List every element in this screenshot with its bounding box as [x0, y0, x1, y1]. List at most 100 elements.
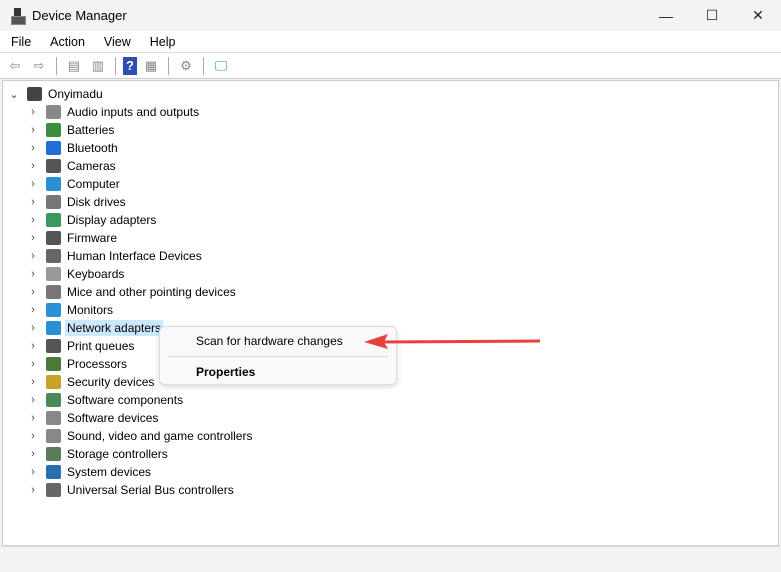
tree-item-label: Mice and other pointing devices: [67, 285, 236, 299]
toolbar-separator: [56, 56, 57, 75]
tree-item[interactable]: › Software components: [27, 391, 185, 409]
menu-view[interactable]: View: [93, 35, 139, 49]
tree-item[interactable]: › Sound, video and game controllers: [27, 427, 254, 445]
tree-item[interactable]: › Firmware: [27, 229, 119, 247]
chevron-right-icon[interactable]: ›: [27, 250, 39, 262]
tree-item[interactable]: › Human Interface Devices: [27, 247, 204, 265]
tree-item-label: Security devices: [67, 375, 155, 389]
device-category-icon: [46, 411, 61, 425]
tree-item[interactable]: › Batteries: [27, 121, 116, 139]
tree-item-label: Firmware: [67, 231, 117, 245]
tree-item[interactable]: › System devices: [27, 463, 153, 481]
tree-item[interactable]: › Display adapters: [27, 211, 158, 229]
properties-item[interactable]: Properties: [196, 365, 255, 379]
forward-icon[interactable]: ⇨: [29, 57, 49, 75]
tree-item[interactable]: › Disk drives: [27, 193, 128, 211]
show-hide-console-tree-icon[interactable]: ▤: [64, 57, 84, 75]
action-pane-icon[interactable]: ▦: [141, 57, 161, 75]
chevron-right-icon[interactable]: ›: [27, 466, 39, 478]
tree-item-label: Storage controllers: [67, 447, 168, 461]
device-category-icon: [46, 465, 61, 479]
menu-action[interactable]: Action: [39, 35, 93, 49]
tree-item[interactable]: › Bluetooth: [27, 139, 120, 157]
chevron-right-icon[interactable]: ›: [27, 142, 39, 154]
scan-hardware-icon[interactable]: 🖵: [211, 57, 231, 75]
tree-item-label: Print queues: [67, 339, 135, 353]
chevron-right-icon[interactable]: ›: [27, 178, 39, 190]
status-bar: [0, 546, 781, 572]
tree-item[interactable]: › Audio inputs and outputs: [27, 103, 201, 121]
device-category-icon: [46, 429, 61, 443]
device-category-icon: [46, 393, 61, 407]
chevron-right-icon[interactable]: ›: [27, 430, 39, 442]
chevron-right-icon[interactable]: ›: [27, 340, 39, 352]
toolbar: ⇦ ⇨ ▤ ▥? ▦ ⚙ 🖵: [0, 53, 781, 79]
tree-item[interactable]: › Mice and other pointing devices: [27, 283, 238, 301]
tree-item[interactable]: › Security devices: [27, 373, 156, 391]
chevron-right-icon[interactable]: ›: [27, 160, 39, 172]
title-bar: Device Manager — ☐ ✕: [0, 0, 781, 31]
chevron-right-icon[interactable]: ›: [27, 304, 39, 316]
update-driver-icon[interactable]: ⚙: [176, 57, 196, 75]
chevron-right-icon[interactable]: ›: [27, 394, 39, 406]
tree-item-label: Computer: [67, 177, 120, 191]
maximize-button[interactable]: ☐: [689, 0, 735, 31]
menu-separator: [168, 356, 388, 357]
chevron-right-icon[interactable]: ›: [27, 376, 39, 388]
chevron-right-icon[interactable]: ›: [27, 106, 39, 118]
chevron-right-icon[interactable]: ›: [27, 214, 39, 226]
annotation-arrow-icon: [364, 334, 541, 349]
device-category-icon: [46, 321, 61, 335]
chevron-right-icon[interactable]: ›: [27, 484, 39, 496]
tree-item[interactable]: › Universal Serial Bus controllers: [27, 481, 236, 499]
minimize-button[interactable]: —: [643, 0, 689, 31]
tree-item-label: System devices: [67, 465, 152, 479]
tree-item-label: Bluetooth: [67, 141, 118, 155]
chevron-right-icon[interactable]: ›: [27, 196, 39, 208]
tree-item-label: Display adapters: [67, 213, 157, 227]
device-manager-icon: [10, 7, 26, 25]
device-category-icon: [46, 339, 61, 353]
device-category-icon: [46, 375, 61, 389]
back-icon[interactable]: ⇦: [5, 57, 25, 75]
chevron-right-icon[interactable]: ›: [27, 358, 39, 370]
menu-help[interactable]: Help: [139, 35, 184, 49]
chevron-right-icon[interactable]: ›: [27, 448, 39, 460]
device-category-icon: [46, 285, 61, 299]
tree-item-label: Human Interface Devices: [67, 249, 202, 263]
tree-item[interactable]: › Storage controllers: [27, 445, 170, 463]
toolbar-separator: [168, 56, 169, 75]
close-button[interactable]: ✕: [735, 0, 781, 31]
chevron-right-icon[interactable]: ›: [27, 232, 39, 244]
properties-icon[interactable]: ▥: [88, 57, 108, 75]
device-category-icon: [46, 177, 61, 191]
chevron-right-icon[interactable]: ›: [27, 286, 39, 298]
tree-item[interactable]: › Computer: [27, 175, 122, 193]
tree-item[interactable]: › Monitors: [27, 301, 115, 319]
chevron-right-icon[interactable]: ›: [27, 322, 39, 334]
tree-item[interactable]: › Print queues: [27, 337, 136, 355]
computer-root-icon: [27, 87, 42, 101]
tree-root[interactable]: ⌄ Onyimadu: [8, 85, 105, 103]
window-title: Device Manager: [32, 8, 127, 23]
chevron-right-icon[interactable]: ›: [27, 412, 39, 424]
tree-item-label: Software devices: [67, 411, 159, 425]
tree-item[interactable]: › Processors: [27, 355, 129, 373]
device-category-icon: [46, 123, 61, 137]
scan-for-hardware-changes-item[interactable]: Scan for hardware changes: [196, 334, 343, 348]
chevron-right-icon[interactable]: ›: [27, 268, 39, 280]
tree-item[interactable]: › Cameras: [27, 157, 118, 175]
tree-item[interactable]: › Network adapters: [27, 319, 164, 337]
tree-item-label: Disk drives: [67, 195, 126, 209]
menu-bar: File Action View Help: [0, 31, 781, 53]
device-category-icon: [46, 141, 61, 155]
tree-item-label: Software components: [67, 393, 184, 407]
device-category-icon: [46, 483, 61, 497]
menu-file[interactable]: File: [0, 35, 39, 49]
tree-item-label: Cameras: [67, 159, 116, 173]
chevron-right-icon[interactable]: ›: [27, 124, 39, 136]
chevron-down-icon[interactable]: ⌄: [8, 88, 20, 101]
help-icon[interactable]: ?: [123, 56, 137, 75]
tree-item[interactable]: › Keyboards: [27, 265, 126, 283]
tree-item[interactable]: › Software devices: [27, 409, 160, 427]
